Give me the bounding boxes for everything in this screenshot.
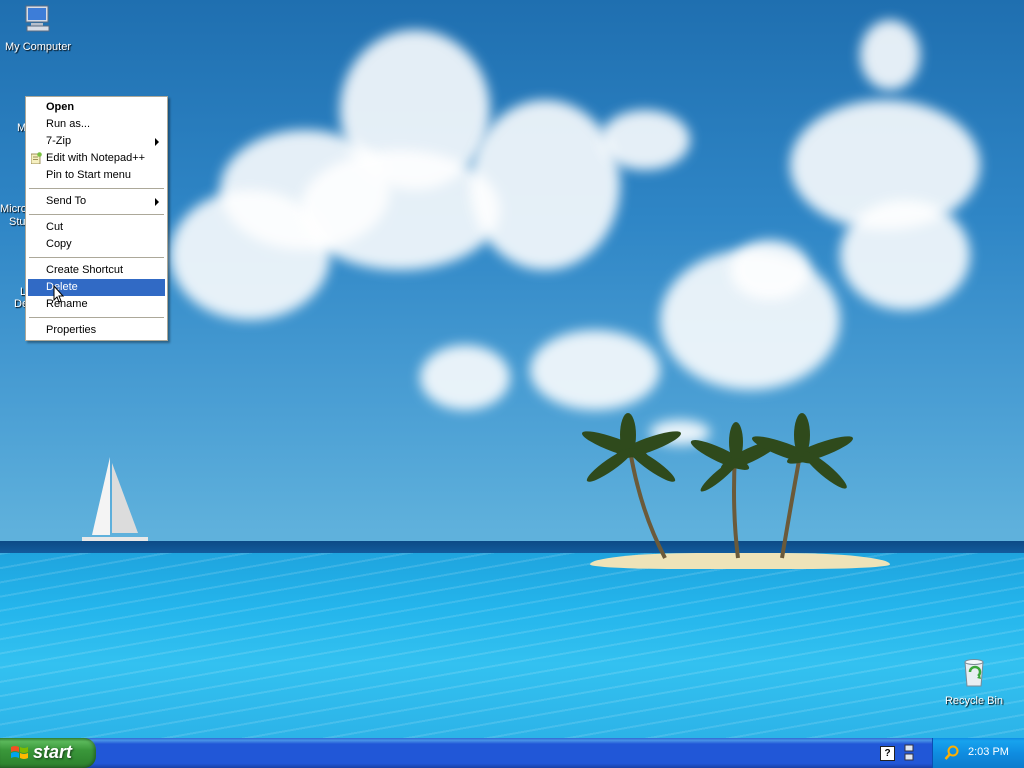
menu-item-label: Copy: [46, 238, 72, 250]
sailboat-graphic: [82, 457, 148, 545]
context-menu: Open Run as... 7-Zip Edit with Notepad++…: [25, 96, 168, 341]
recycle-bin-icon: [964, 659, 984, 687]
menu-item-label: 7-Zip: [46, 135, 72, 147]
menu-item-edit-with-notepadpp[interactable]: Edit with Notepad++: [28, 150, 165, 167]
menu-item-label: Pin to Start menu: [46, 169, 131, 181]
partial-icon-label[interactable]: Micro: [0, 203, 27, 215]
menu-item-pin-to-start[interactable]: Pin to Start menu: [28, 167, 165, 184]
my-computer-label: My Computer: [4, 41, 72, 53]
recycle-bin-desktop-icon[interactable]: Recycle Bin: [936, 656, 1012, 707]
menu-separator: [29, 257, 164, 258]
my-computer-desktop-icon[interactable]: My Computer: [0, 2, 76, 53]
system-tray: 2:03 PM: [932, 738, 1024, 768]
search-icon[interactable]: [944, 745, 960, 761]
palm-trees-graphic: [582, 413, 853, 559]
menu-item-delete[interactable]: Delete: [28, 279, 165, 296]
network-icon[interactable]: [903, 744, 915, 762]
notepadpp-icon: [31, 152, 42, 164]
recycle-bin-label: Recycle Bin: [944, 695, 1004, 707]
menu-separator: [29, 317, 164, 318]
submenu-arrow-icon: [155, 138, 159, 146]
partial-icon-label[interactable]: Stu: [9, 216, 26, 228]
menu-item-cut[interactable]: Cut: [28, 219, 165, 236]
menu-item-label: Run as...: [46, 118, 91, 130]
menu-item-label: Cut: [46, 221, 64, 233]
help-icon[interactable]: ?: [880, 746, 895, 761]
menu-separator: [29, 188, 164, 189]
menu-item-7zip[interactable]: 7-Zip: [28, 133, 165, 150]
start-label: start: [33, 742, 73, 762]
menu-item-properties[interactable]: Properties: [28, 322, 165, 339]
menu-item-open[interactable]: Open: [28, 99, 165, 116]
menu-item-copy[interactable]: Copy: [28, 236, 165, 253]
menu-item-rename[interactable]: Rename: [28, 296, 165, 313]
menu-item-label: Create Shortcut: [46, 264, 124, 276]
my-computer-icon: [25, 5, 50, 32]
mouse-cursor-icon: [53, 285, 65, 303]
menu-item-label: Edit with Notepad++: [46, 152, 146, 164]
menu-item-label: Send To: [46, 195, 87, 207]
taskbar: start ? 2:03 PM: [0, 738, 1024, 768]
start-button[interactable]: start: [0, 738, 96, 768]
submenu-arrow-icon: [155, 198, 159, 206]
menu-item-create-shortcut[interactable]: Create Shortcut: [28, 262, 165, 279]
taskbar-clock[interactable]: 2:03 PM: [968, 746, 1009, 758]
menu-item-send-to[interactable]: Send To: [28, 193, 165, 210]
menu-item-run-as[interactable]: Run as...: [28, 116, 165, 133]
windows-flag-icon: [11, 746, 28, 759]
menu-item-label: Properties: [46, 324, 97, 336]
menu-separator: [29, 214, 164, 215]
menu-item-label: Open: [46, 101, 75, 113]
